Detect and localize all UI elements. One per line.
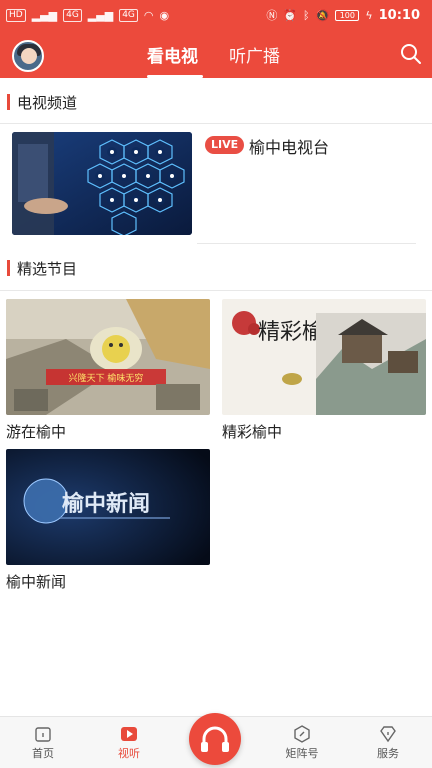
status-left: HD ▂▄▆ 4G ▂▄▆ 4G ◠ ◉ — [6, 8, 170, 22]
program-thumbnail: 精彩榆中 — [222, 299, 426, 415]
channel-item[interactable]: LIVE 榆中电视台 — [12, 132, 420, 236]
signal-icon-2: ▂▄▆ — [87, 8, 114, 22]
compass-icon — [294, 725, 310, 743]
featured-programs-header: 精选节目 — [0, 248, 432, 288]
nav-label: 矩阵号 — [285, 747, 319, 760]
thumb-caption: 兴隆天下 榆味无穷 — [69, 372, 144, 384]
network-4g-indicator-2: 4G — [119, 8, 138, 22]
divider — [0, 290, 432, 291]
program-thumbnail: 兴隆天下 榆味无穷 — [6, 299, 210, 415]
nav-label: 服务 — [377, 747, 399, 760]
nav-label: 首页 — [32, 747, 54, 760]
active-tab-indicator — [147, 75, 203, 78]
wifi-icon: ◠ — [143, 8, 154, 22]
app-bar: 看电视 听广播 — [0, 30, 432, 78]
program-card[interactable]: 精彩榆中 精彩榆中 — [222, 299, 426, 441]
status-time: 10:10 — [378, 7, 420, 23]
nav-listen-center-button[interactable] — [189, 713, 241, 765]
section-accent-bar — [7, 260, 10, 276]
avatar[interactable] — [12, 40, 44, 72]
play-icon — [121, 727, 137, 741]
nav-audiovisual[interactable]: 视听 — [99, 725, 159, 761]
bluetooth-icon: ᛒ — [303, 8, 310, 22]
section-title-tv: 电视频道 — [17, 93, 78, 112]
nav-matrix[interactable]: 矩阵号 — [272, 725, 332, 761]
news-title-image: 榆中新闻 — [6, 449, 210, 565]
charging-icon: ϟ — [365, 8, 373, 22]
nav-home[interactable]: 首页 — [13, 725, 73, 761]
program-card[interactable]: 兴隆天下 榆味无穷 游在榆中 — [6, 299, 210, 441]
live-badge: LIVE — [205, 136, 245, 154]
status-bar: HD ▂▄▆ 4G ▂▄▆ 4G ◠ ◉ Ⓝ ⏰ ᛒ 🔕 100 ϟ 10:10 — [0, 0, 432, 30]
headphones-icon — [201, 726, 229, 752]
tv-channels-header: 电视频道 — [0, 82, 432, 122]
network-4g-indicator: 4G — [63, 8, 82, 22]
mute-icon: 🔕 — [315, 8, 330, 22]
nav-label: 视听 — [118, 747, 140, 760]
tab-watch-tv[interactable]: 看电视 — [147, 42, 198, 67]
travel-map-image: 兴隆天下 榆味无穷 — [6, 299, 210, 415]
thumb-caption: 榆中新闻 — [62, 491, 150, 517]
nfc-icon: Ⓝ — [266, 9, 278, 22]
program-thumbnail: 榆中新闻 — [6, 449, 210, 565]
hd-indicator: HD — [6, 8, 26, 22]
scenic-painting-image: 精彩榆中 — [222, 299, 426, 415]
bottom-nav: 首页 视听 矩阵号 服务 — [0, 713, 432, 768]
section-accent-bar — [7, 94, 10, 110]
home-icon — [35, 727, 51, 742]
channel-thumbnail — [12, 132, 192, 235]
divider — [0, 123, 432, 124]
channel-name: 榆中电视台 — [249, 138, 330, 157]
program-title: 游在榆中 — [6, 423, 67, 441]
divider — [197, 243, 416, 244]
tab-listen-radio[interactable]: 听广播 — [229, 42, 280, 67]
signal-icon: ▂▄▆ — [31, 8, 58, 22]
program-card[interactable]: 榆中新闻 榆中新闻 — [6, 449, 210, 591]
search-icon[interactable] — [400, 43, 422, 65]
status-right: Ⓝ ⏰ ᛒ 🔕 100 ϟ 10:10 — [266, 7, 420, 23]
battery-indicator: 100 — [335, 9, 360, 21]
program-title: 榆中新闻 — [6, 573, 67, 591]
section-title-featured: 精选节目 — [17, 259, 78, 278]
nav-services[interactable]: 服务 — [358, 725, 418, 761]
tech-hexagon-image — [12, 132, 192, 235]
alarm-icon: ⏰ — [283, 8, 298, 22]
avatar-face — [21, 48, 37, 64]
eye-icon: ◉ — [159, 8, 170, 22]
program-title: 精彩榆中 — [222, 423, 283, 441]
diamond-icon — [380, 726, 396, 743]
